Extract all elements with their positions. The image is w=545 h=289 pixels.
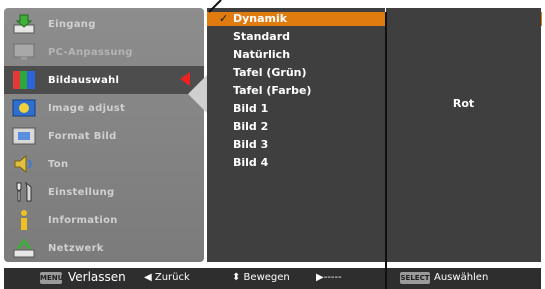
status-bar: MENU Verlassen ◀ Zurück ⬍ Bewegen ▶-----… <box>4 268 541 289</box>
divider <box>385 268 387 289</box>
menu-key-icon: MENU <box>40 272 64 284</box>
select-hint: Auswählen <box>434 272 489 283</box>
next-hint: ▶----- <box>316 272 342 283</box>
callout-line <box>208 0 222 13</box>
callout-line <box>385 12 387 289</box>
move-hint: ⬍ Bewegen <box>232 272 290 283</box>
exit-hint: Verlassen <box>68 270 126 284</box>
projector-osd: Eingang PC-Anpassung Bildauswahl Image a… <box>0 0 545 289</box>
back-hint: ◀ Zurück <box>144 272 190 283</box>
select-key-icon: SELECT <box>400 272 430 284</box>
